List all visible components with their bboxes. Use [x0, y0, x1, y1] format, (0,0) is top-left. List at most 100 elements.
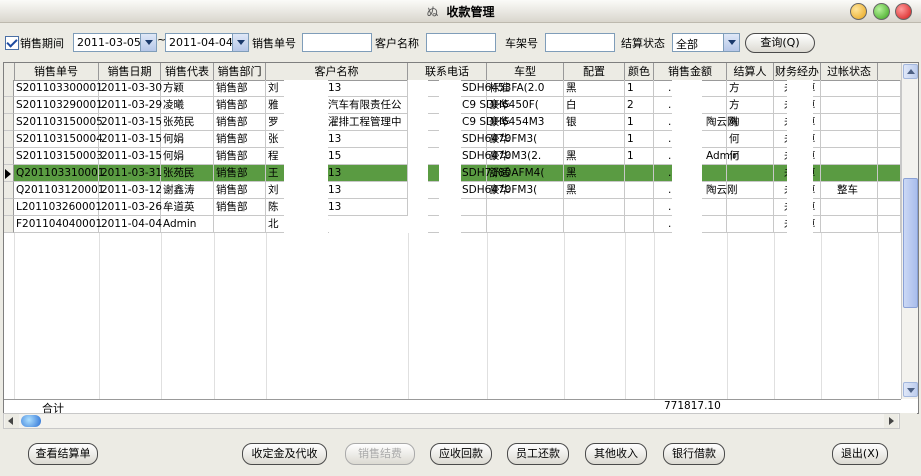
column-header[interactable]: 车型	[487, 63, 564, 80]
staff-repay-button[interactable]: 员工还款	[507, 443, 569, 465]
scroll-up-icon[interactable]	[903, 64, 918, 79]
table-cell[interactable]	[625, 165, 654, 182]
column-header[interactable]: 结算人	[727, 63, 774, 80]
column-header[interactable]: 销售日期	[99, 63, 161, 80]
table-cell[interactable]	[878, 165, 901, 182]
column-header[interactable]: 销售部门	[214, 63, 266, 80]
other-income-button[interactable]: 其他收入	[585, 443, 647, 465]
scroll-thumb[interactable]	[903, 178, 918, 308]
sales-settlement-button[interactable]: 销售结费	[345, 443, 415, 465]
table-cell[interactable]	[727, 165, 774, 182]
table-row[interactable]: S2011032900012011-03-29凌曦销售部雅汽车有限责任公05;C…	[4, 97, 918, 114]
table-cell[interactable]	[878, 216, 901, 233]
table-cell[interactable]	[625, 199, 654, 216]
table-cell[interactable]	[214, 216, 266, 233]
column-header[interactable]: 销售代表	[161, 63, 214, 80]
scroll-right-icon[interactable]	[884, 414, 898, 428]
table-cell[interactable]	[878, 80, 901, 97]
cell-text: 销售部	[216, 99, 248, 111]
grid-line	[774, 233, 775, 399]
vertical-scrollbar[interactable]	[901, 63, 918, 399]
close-button[interactable]	[895, 3, 912, 20]
table-cell[interactable]	[878, 114, 901, 131]
table-row[interactable]: S2011031500032011-03-15何娟销售部程1513;SDH647…	[4, 148, 918, 165]
cell-text: 何	[729, 133, 740, 145]
row-selector[interactable]	[4, 97, 14, 114]
view-statement-button[interactable]: 查看结算单	[28, 443, 98, 465]
horizontal-scroll-thumb[interactable]	[21, 415, 41, 427]
status-select[interactable]: 全部	[672, 33, 740, 52]
receivable-button[interactable]: 应收回款	[430, 443, 492, 465]
horizontal-scrollbar[interactable]	[3, 413, 900, 429]
table-cell[interactable]	[727, 216, 774, 233]
cell-text: 张苑民	[163, 167, 195, 179]
minimize-button[interactable]	[850, 3, 867, 20]
table-cell[interactable]	[625, 216, 654, 233]
grid-line	[214, 233, 215, 399]
row-selector[interactable]	[4, 165, 14, 182]
query-button[interactable]: 查询(Q)	[745, 33, 815, 53]
table-cell[interactable]	[487, 199, 564, 216]
table-cell[interactable]	[487, 216, 564, 233]
column-header[interactable]: 销售金额	[654, 63, 727, 80]
table-cell[interactable]	[564, 216, 625, 233]
table-cell[interactable]	[878, 182, 901, 199]
date-from-select[interactable]: 2011-03-05	[73, 33, 157, 52]
table-cell[interactable]	[625, 182, 654, 199]
table-cell[interactable]	[821, 97, 878, 114]
vin-input[interactable]	[545, 33, 615, 52]
exit-button[interactable]: 退出(X)	[832, 443, 888, 465]
scroll-down-icon[interactable]	[903, 382, 918, 397]
deposit-button[interactable]: 收定金及代收	[242, 443, 327, 465]
table-cell[interactable]	[821, 80, 878, 97]
bank-loan-button[interactable]: 银行借款	[663, 443, 725, 465]
row-selector[interactable]	[4, 182, 14, 199]
row-selector[interactable]	[4, 114, 14, 131]
table-cell[interactable]	[821, 148, 878, 165]
column-header[interactable]: 过帐状态	[821, 63, 878, 80]
column-header[interactable]: 财务经办	[774, 63, 821, 80]
table-cell[interactable]	[878, 148, 901, 165]
column-header[interactable]: 配置	[564, 63, 625, 80]
table-cell[interactable]	[821, 165, 878, 182]
table-row[interactable]: S2011031500042011-03-15何娟销售部张1303;SDH647…	[4, 131, 918, 148]
scroll-left-icon[interactable]	[5, 414, 19, 428]
row-selector[interactable]	[4, 216, 14, 233]
cell-text: 13	[328, 184, 342, 196]
date-to-select[interactable]: 2011-04-04	[165, 33, 249, 52]
table-cell[interactable]	[878, 199, 901, 216]
order-no-label: 销售单号	[252, 37, 296, 50]
period-checkbox[interactable]	[5, 36, 19, 50]
chevron-down-icon[interactable]	[140, 34, 156, 51]
table-cell[interactable]	[564, 199, 625, 216]
row-selector[interactable]	[4, 148, 14, 165]
table-row[interactable]: F2011040400012011-04-04Admin北司.00未结算	[4, 216, 918, 233]
table-cell[interactable]	[878, 131, 901, 148]
row-selector[interactable]	[4, 131, 14, 148]
table-cell[interactable]	[727, 199, 774, 216]
cell-text: S201103150003	[16, 150, 103, 162]
table-row[interactable]: Q2011033100012011-03-31张苑民销售部王1312;SDH71…	[4, 165, 918, 182]
chevron-down-icon[interactable]	[723, 34, 739, 51]
table-row[interactable]: L2011032600012011-03-26牟道英销售部陈1318;.00未结…	[4, 199, 918, 216]
chevron-down-icon[interactable]	[232, 34, 248, 51]
table-cell[interactable]	[821, 114, 878, 131]
table-row[interactable]: S2011031500052011-03-15张苑民销售部罗濯排工程管理中03;…	[4, 114, 918, 131]
row-selector[interactable]	[4, 199, 14, 216]
column-header[interactable]: 颜色	[625, 63, 654, 80]
row-selector[interactable]	[4, 80, 14, 97]
column-header[interactable]: 销售单号	[14, 63, 99, 80]
table-cell[interactable]	[821, 216, 878, 233]
customer-input[interactable]	[426, 33, 496, 52]
maximize-button[interactable]	[873, 3, 890, 20]
order-no-input[interactable]	[302, 33, 372, 52]
table-row[interactable]: Q2011031200012011-03-12谢鑫涛销售部刘1369;SDH64…	[4, 182, 918, 199]
column-header[interactable]: 客户名称	[266, 63, 408, 80]
table-cell[interactable]	[821, 131, 878, 148]
cell-text: Q201103310001	[16, 167, 105, 179]
table-cell[interactable]	[564, 131, 625, 148]
table-cell[interactable]	[878, 97, 901, 114]
table-cell[interactable]	[821, 199, 878, 216]
table-row[interactable]: S2011033000012011-03-30方颖销售部刘1381;SDH645…	[4, 80, 918, 97]
column-header[interactable]: 联系电话	[408, 63, 487, 80]
